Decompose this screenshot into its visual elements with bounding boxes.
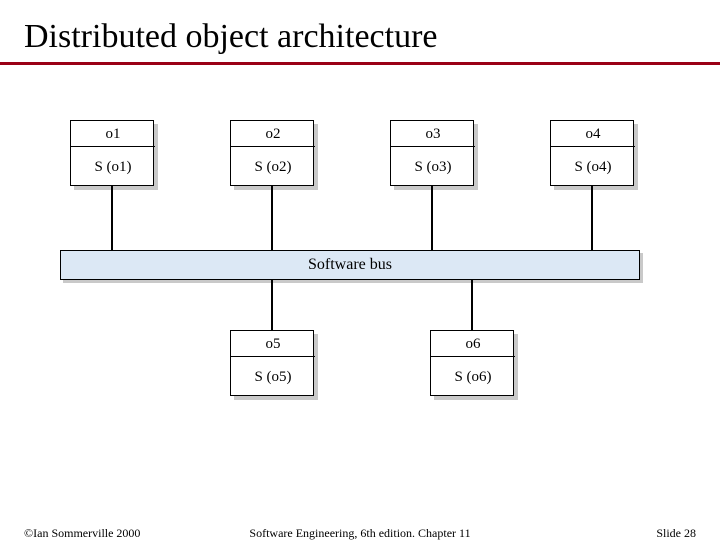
object-o3: o3 S (o3) [390,120,474,186]
object-service: S (o5) [231,357,315,397]
connector [471,280,473,330]
footer-slide: Slide 28 [656,526,696,541]
object-name: o2 [231,121,315,147]
object-name: o4 [551,121,635,147]
connector [591,186,593,250]
footer-center: Software Engineering, 6th edition. Chapt… [0,526,720,541]
connector [271,280,273,330]
connector [431,186,433,250]
object-o4: o4 S (o4) [550,120,634,186]
object-name: o3 [391,121,475,147]
object-o2: o2 S (o2) [230,120,314,186]
page-title: Distributed object architecture [0,0,720,62]
object-name: o5 [231,331,315,357]
software-bus: Software bus [60,250,640,280]
slide: Distributed object architecture o1 S (o1… [0,0,720,540]
object-service: S (o4) [551,147,635,187]
connector [111,186,113,250]
diagram-canvas: o1 S (o1) o2 S (o2) o3 S (o3) o4 S (o4) [0,90,720,480]
object-service: S (o3) [391,147,475,187]
object-o5: o5 S (o5) [230,330,314,396]
connector [271,186,273,250]
object-o1: o1 S (o1) [70,120,154,186]
object-service: S (o2) [231,147,315,187]
title-underline [0,62,720,65]
object-name: o6 [431,331,515,357]
object-service: S (o1) [71,147,155,187]
object-o6: o6 S (o6) [430,330,514,396]
object-service: S (o6) [431,357,515,397]
bus-label: Software bus [308,256,392,273]
object-name: o1 [71,121,155,147]
